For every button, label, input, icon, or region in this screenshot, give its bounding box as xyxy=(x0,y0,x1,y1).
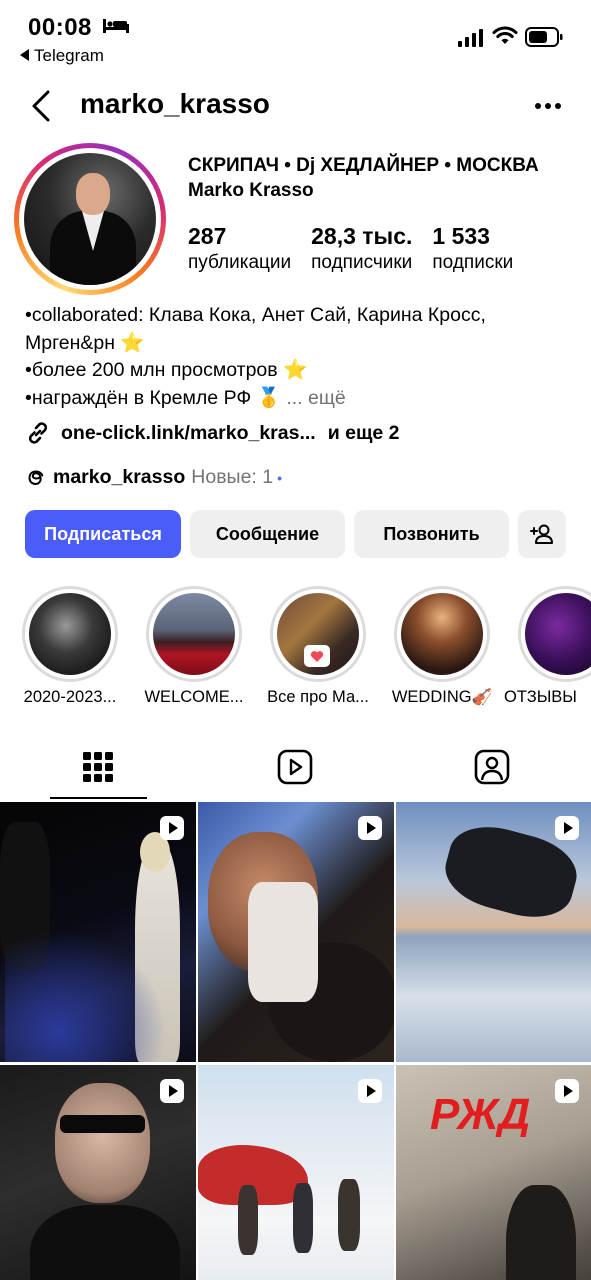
more-options-icon[interactable] xyxy=(534,100,562,112)
suggested-users-button[interactable] xyxy=(518,510,566,558)
profile-display-name: СКРИПАЧ • Dj ХЕДЛАЙНЕР • МОСКВА Marko Kr… xyxy=(188,155,539,201)
stat-following[interactable]: 1 533 подписки xyxy=(432,222,513,276)
reel-icon xyxy=(160,816,184,840)
highlight-item[interactable]: WEDDING🎻 xyxy=(392,586,492,706)
follow-button[interactable]: Подписаться xyxy=(25,510,181,558)
back-arrow-icon[interactable] xyxy=(28,88,56,124)
stat-following-value: 1 533 xyxy=(432,223,490,249)
active-tab-indicator xyxy=(50,797,147,799)
avatar xyxy=(24,153,156,285)
reel-icon xyxy=(358,816,382,840)
bio-line: •награждён в Кремле РФ 🥇 ... ещё xyxy=(25,385,585,413)
grid-post[interactable] xyxy=(0,802,196,1062)
threads-handle: marko_krasso xyxy=(53,466,186,488)
highlight-label: 2020-2023... xyxy=(23,688,117,706)
highlight-cover xyxy=(153,593,235,675)
bio-line: Мрген&рн ⭐ xyxy=(25,331,145,354)
reel-icon xyxy=(555,816,579,840)
status-bar: 00:08 Telegram xyxy=(0,0,591,80)
highlight-item[interactable]: ОТЗЫВЫ xyxy=(504,586,591,706)
bed-icon xyxy=(103,19,129,33)
profile-link[interactable]: one-click.link/marko_kras... xyxy=(61,422,316,445)
profile-link-more[interactable]: и еще 2 xyxy=(328,422,400,445)
threads-new-dot: • xyxy=(277,469,282,486)
threads-new-count: Новые: 1 xyxy=(191,466,274,488)
reel-icon xyxy=(358,1079,382,1103)
profile-stats: 287 публикации 28,3 тыс. подписчики 1 53… xyxy=(188,222,533,276)
call-button[interactable]: Позвонить xyxy=(354,510,509,558)
grid-post[interactable] xyxy=(198,1065,394,1280)
svg-text:РЖД: РЖД xyxy=(430,1090,530,1137)
cellular-signal-icon xyxy=(458,29,483,47)
threads-icon xyxy=(28,469,44,485)
stat-followers[interactable]: 28,3 тыс. подписчики xyxy=(311,222,412,276)
highlight-label: ОТЗЫВЫ xyxy=(504,688,577,706)
message-button[interactable]: Сообщение xyxy=(190,510,345,558)
add-user-icon xyxy=(530,524,553,544)
battery-icon xyxy=(525,27,563,47)
stat-posts-label: публикации xyxy=(188,252,292,273)
highlight-label: Все про Ма... xyxy=(267,688,369,706)
highlight-label: WEDDING🎻 xyxy=(391,688,493,706)
highlight-cover xyxy=(29,593,111,675)
bio-line-text: •награждён в Кремле РФ 🥇 xyxy=(25,386,281,409)
wifi-icon xyxy=(492,26,518,44)
highlight-item[interactable]: WELCOME... xyxy=(144,586,244,706)
grid-post[interactable] xyxy=(0,1065,196,1280)
stat-posts[interactable]: 287 публикации xyxy=(188,222,291,276)
threads-badge[interactable]: marko_krasso Новые: 1 • xyxy=(25,466,282,489)
tab-tagged-icon[interactable] xyxy=(474,748,510,786)
reel-icon xyxy=(555,1079,579,1103)
tab-reels-icon[interactable] xyxy=(277,748,313,786)
stat-following-label: подписки xyxy=(432,252,514,273)
grid-post[interactable] xyxy=(396,802,591,1062)
reel-icon xyxy=(160,1079,184,1103)
grid-post[interactable] xyxy=(198,802,394,1062)
profile-link-row[interactable]: one-click.link/marko_kras... и еще 2 xyxy=(25,420,400,446)
rzd-logo-overlay: РЖД xyxy=(430,1090,530,1137)
back-app-label: Telegram xyxy=(34,46,104,65)
back-to-telegram[interactable]: Telegram xyxy=(20,46,104,66)
profile-avatar-story-ring[interactable] xyxy=(14,143,166,295)
highlight-cover xyxy=(277,593,359,675)
highlight-item[interactable]: Все про Ма... xyxy=(267,586,369,706)
bio-more-link[interactable]: ... ещё xyxy=(286,387,345,409)
heart-sticker-icon xyxy=(304,645,330,667)
profile-bio: •collaborated: Клава Кока, Анет Сай, Кар… xyxy=(25,302,585,412)
stat-followers-value: 28,3 тыс. xyxy=(311,223,413,249)
header-username: marko_krasso xyxy=(80,88,270,119)
tab-posts-grid-icon[interactable] xyxy=(80,748,116,786)
stat-posts-value: 287 xyxy=(188,223,227,249)
highlight-item[interactable]: 2020-2023... xyxy=(22,586,118,706)
grid-post[interactable]: РЖД xyxy=(396,1065,591,1280)
link-icon xyxy=(28,422,48,444)
highlight-cover xyxy=(525,593,591,675)
status-time: 00:08 xyxy=(28,14,92,41)
highlight-label: WELCOME... xyxy=(144,688,244,706)
bio-line: •более 200 млн просмотров ⭐ xyxy=(25,359,308,381)
highlight-cover xyxy=(401,593,483,675)
stat-followers-label: подписчики xyxy=(311,252,413,273)
bio-line: •collaborated: Клава Кока, Анет Сай, Кар… xyxy=(25,304,486,326)
